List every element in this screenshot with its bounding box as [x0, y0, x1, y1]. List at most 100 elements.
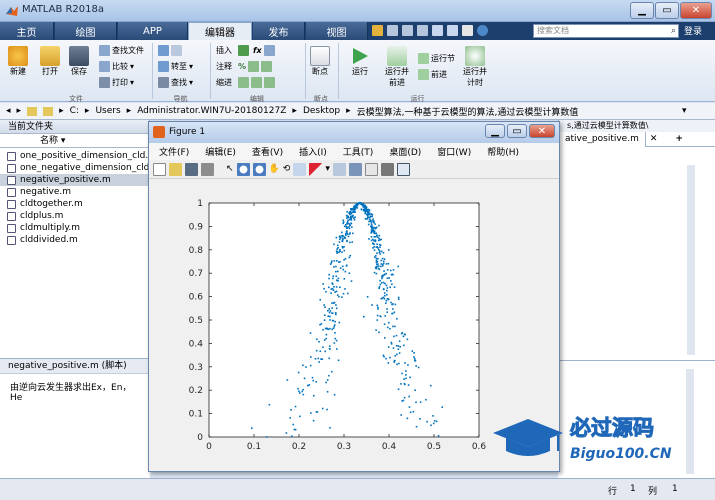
- browse-folder-icon[interactable]: [43, 106, 54, 116]
- pointer-arrow-icon[interactable]: ↖: [226, 164, 234, 174]
- save-figure-icon[interactable]: [185, 162, 198, 176]
- menu-help[interactable]: 帮助(H): [477, 145, 525, 158]
- file-row[interactable]: cldplus.m: [0, 210, 149, 222]
- help-icon[interactable]: [477, 25, 488, 36]
- data-point: [392, 308, 394, 310]
- data-point: [401, 372, 403, 375]
- menu-file[interactable]: 文件(F): [149, 145, 195, 158]
- tab-plots[interactable]: 绘图: [55, 22, 117, 40]
- file-row-selected[interactable]: negative_positive.m: [0, 174, 149, 186]
- search-documentation-input[interactable]: 搜索文档: [533, 24, 679, 38]
- figure-maximize-button[interactable]: ▭: [507, 124, 527, 138]
- new-button[interactable]: 新建: [8, 46, 28, 77]
- comment-button[interactable]: 注释%: [216, 61, 273, 72]
- print-figure-icon[interactable]: [201, 162, 214, 176]
- print-button[interactable]: 打印 ▾: [99, 77, 134, 88]
- rotate-3d-icon[interactable]: ⟲: [283, 164, 291, 174]
- menu-edit[interactable]: 编辑(E): [195, 145, 242, 158]
- zoom-out-icon[interactable]: [252, 162, 266, 176]
- goto-button[interactable]: 转至 ▾: [158, 61, 193, 72]
- data-point: [372, 228, 374, 230]
- figure-minimize-button[interactable]: ▁: [485, 124, 505, 138]
- menu-view[interactable]: 查看(V): [242, 145, 289, 158]
- breadcrumb-item[interactable]: Desktop: [303, 106, 340, 116]
- menu-insert[interactable]: 插入(I): [289, 145, 333, 158]
- tab-home[interactable]: 主页: [0, 22, 54, 40]
- menu-desktop[interactable]: 桌面(D): [379, 145, 427, 158]
- close-tab-icon[interactable]: ✕: [650, 134, 658, 144]
- forward-icon[interactable]: ▸: [17, 106, 22, 116]
- run-section-button[interactable]: 运行节: [418, 53, 455, 64]
- find-button[interactable]: 查找 ▾: [158, 77, 193, 88]
- file-row[interactable]: negative.m: [0, 186, 149, 198]
- login-link[interactable]: 登录: [684, 24, 702, 37]
- switch-windows-icon[interactable]: [462, 25, 473, 36]
- editor-scrollbar[interactable]: [687, 165, 695, 355]
- data-point: [377, 265, 380, 267]
- file-row[interactable]: cldmultiply.m: [0, 222, 149, 234]
- run-and-advance-button[interactable]: 运行并 前进: [385, 46, 409, 88]
- redo-icon[interactable]: [447, 25, 458, 36]
- run-button[interactable]: 运行: [350, 46, 370, 77]
- file-row[interactable]: cldtogether.m: [0, 198, 149, 210]
- add-tab-icon[interactable]: +: [675, 134, 683, 144]
- search-icon[interactable]: ⌕: [671, 26, 676, 36]
- back-forward-buttons[interactable]: [158, 45, 182, 56]
- open-file-icon[interactable]: [169, 162, 182, 176]
- folder-up-icon[interactable]: [27, 106, 38, 116]
- menu-window[interactable]: 窗口(W): [427, 145, 477, 158]
- group-label-run: 运行: [410, 95, 425, 103]
- paste-icon[interactable]: [417, 25, 428, 36]
- breadcrumb-item[interactable]: Users: [95, 106, 120, 116]
- file-row[interactable]: clddivided.m: [0, 234, 149, 246]
- file-row[interactable]: one_negative_dimension_cld.m: [0, 162, 161, 174]
- name-column-header[interactable]: 名称 ▾: [0, 134, 149, 148]
- tab-apps[interactable]: APP: [118, 22, 188, 40]
- increase-indent-icon: [251, 77, 262, 88]
- data-cursor-icon[interactable]: [293, 162, 307, 176]
- data-point: [399, 346, 401, 348]
- link-plot-icon[interactable]: [332, 162, 346, 176]
- back-icon[interactable]: ◂: [6, 106, 11, 116]
- figure-close-button[interactable]: ✕: [529, 124, 555, 138]
- details-header[interactable]: negative_positive.m (脚本): [0, 358, 150, 374]
- find-files-button[interactable]: 查找文件: [99, 45, 144, 56]
- zoom-in-icon[interactable]: [236, 162, 250, 176]
- menu-tools[interactable]: 工具(T): [333, 145, 380, 158]
- minimize-button[interactable]: ▁: [630, 2, 654, 19]
- close-button[interactable]: ✕: [680, 2, 712, 19]
- chevron-down-icon[interactable]: ▾: [325, 164, 330, 174]
- save-quick-icon[interactable]: [372, 25, 383, 36]
- breadcrumb-item[interactable]: 云模型算法,一种基于云模型的算法,通过云模型计算数值: [357, 105, 579, 118]
- address-bar[interactable]: ◂ ▸ ▸ C: ▸ Users ▸ Administrator.WIN7U-2…: [0, 103, 715, 120]
- show-plot-tools-icon[interactable]: [396, 162, 410, 176]
- maximize-button[interactable]: ▭: [655, 2, 679, 19]
- compare-button[interactable]: 比较 ▾: [99, 61, 134, 72]
- undo-icon[interactable]: [432, 25, 443, 36]
- hide-plot-tools-icon[interactable]: [380, 162, 394, 176]
- copy-icon[interactable]: [402, 25, 413, 36]
- advance-button[interactable]: 前进: [418, 69, 447, 80]
- address-dropdown-icon[interactable]: ▾: [682, 106, 687, 116]
- breadcrumb-item[interactable]: Administrator.WIN7U-20180127Z: [137, 106, 286, 116]
- tab-view[interactable]: 视图: [306, 22, 368, 40]
- insert-button[interactable]: 插入 fx: [216, 45, 275, 56]
- brush-icon[interactable]: [309, 162, 323, 176]
- breadcrumb-item[interactable]: C:: [70, 106, 79, 116]
- pan-hand-icon[interactable]: ✋: [269, 164, 280, 174]
- tab-editor[interactable]: 编辑器: [188, 22, 252, 40]
- figure-title-bar[interactable]: Figure 1 ▁ ▭ ✕: [149, 122, 559, 143]
- insert-legend-icon[interactable]: [364, 162, 378, 176]
- breakpoints-button[interactable]: 断点: [310, 46, 330, 77]
- save-button[interactable]: 保存: [69, 46, 89, 77]
- tab-publish[interactable]: 发布: [253, 22, 305, 40]
- file-row[interactable]: one_positive_dimension_cld.m: [0, 150, 157, 162]
- data-point: [389, 269, 392, 272]
- run-and-time-button[interactable]: 运行并 计时: [463, 46, 487, 88]
- open-button[interactable]: 打开: [40, 46, 60, 77]
- insert-colorbar-icon[interactable]: [348, 162, 362, 176]
- cut-icon[interactable]: [387, 25, 398, 36]
- new-figure-icon[interactable]: [153, 162, 166, 176]
- indent-button[interactable]: 缩进: [216, 77, 275, 88]
- editor-tab[interactable]: ative_positive.m: [559, 131, 646, 147]
